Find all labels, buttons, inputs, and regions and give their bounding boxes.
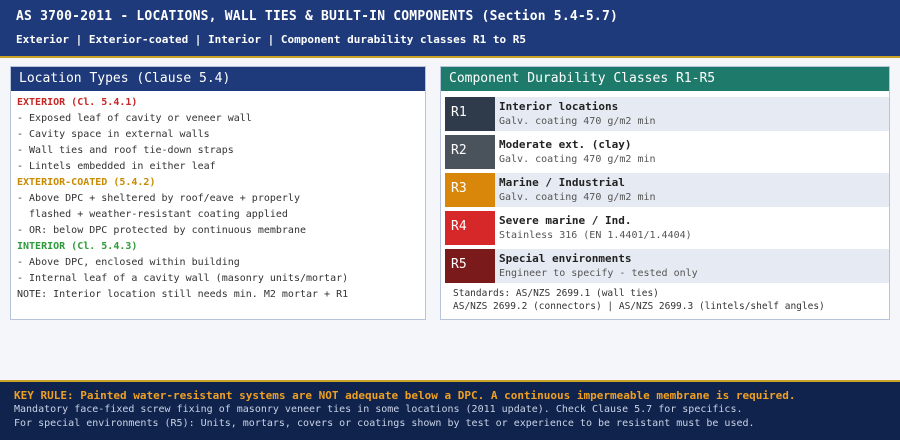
key-rule-text: KEY RULE: Painted water-resistant system… (14, 389, 796, 402)
footer-note: Mandatory face-fixed screw fixing of mas… (14, 404, 743, 415)
exterior-coated-line: - OR: below DPC protected by continuous … (17, 225, 306, 236)
interior-note: NOTE: Interior location still needs min.… (17, 289, 349, 300)
class-code-badge: R5 (445, 249, 495, 283)
exterior-line: - Cavity space in external walls (17, 129, 210, 140)
durability-class-row: R2 Moderate ext. (clay) Galv. coating 47… (445, 135, 889, 169)
class-spec: Engineer to specify - tested only (499, 268, 698, 279)
class-code-badge: R4 (445, 211, 495, 245)
interior-line: - Above DPC, enclosed within building (17, 257, 240, 268)
location-types-body: EXTERIOR (Cl. 5.4.1) - Exposed leaf of c… (11, 91, 425, 303)
class-title: Marine / Industrial (499, 176, 625, 189)
exterior-coated-line: flashed + weather-resistant coating appl… (17, 209, 288, 220)
location-types-panel: Location Types (Clause 5.4) EXTERIOR (Cl… (10, 66, 426, 320)
key-rule-footer: KEY RULE: Painted water-resistant system… (0, 380, 900, 440)
class-title: Severe marine / Ind. (499, 214, 632, 227)
durability-classes-panel: Component Durability Classes R1-R5 R1 In… (440, 66, 890, 320)
durability-class-list: R1 Interior locations Galv. coating 470 … (441, 91, 889, 313)
page-header: AS 3700-2011 - LOCATIONS, WALL TIES & BU… (0, 0, 900, 58)
class-spec: Stainless 316 (EN 1.4401/1.4404) (499, 230, 692, 241)
class-title: Moderate ext. (clay) (499, 138, 632, 151)
interior-heading: INTERIOR (Cl. 5.4.3) (17, 241, 138, 252)
durability-class-row: R3 Marine / Industrial Galv. coating 470… (445, 173, 889, 207)
exterior-line: - Wall ties and roof tie-down straps (17, 145, 234, 156)
exterior-line: - Exposed leaf of cavity or veneer wall (17, 113, 252, 124)
class-code-badge: R1 (445, 97, 495, 131)
page-subtitle: Exterior | Exterior-coated | Interior | … (16, 33, 526, 46)
class-title: Interior locations (499, 100, 619, 113)
page-title: AS 3700-2011 - LOCATIONS, WALL TIES & BU… (16, 9, 618, 24)
exterior-line: - Lintels embedded in either leaf (17, 161, 216, 172)
interior-line: - Internal leaf of a cavity wall (masonr… (17, 273, 349, 284)
standards-note: Standards: AS/NZS 2699.1 (wall ties) AS/… (445, 287, 889, 313)
location-types-title: Location Types (Clause 5.4) (11, 67, 425, 91)
class-spec: Galv. coating 470 g/m2 min (499, 192, 656, 203)
durability-class-row: R4 Severe marine / Ind. Stainless 316 (E… (445, 211, 889, 245)
standards-line: Standards: AS/NZS 2699.1 (wall ties) (453, 288, 659, 299)
exterior-coated-line: - Above DPC + sheltered by roof/eave + p… (17, 193, 300, 204)
footer-note: For special environments (R5): Units, mo… (14, 418, 755, 429)
durability-class-row: R5 Special environments Engineer to spec… (445, 249, 889, 283)
standards-line: AS/NZS 2699.2 (connectors) | AS/NZS 2699… (453, 301, 825, 312)
durability-class-row: R1 Interior locations Galv. coating 470 … (445, 97, 889, 131)
class-spec: Galv. coating 470 g/m2 min (499, 116, 656, 127)
class-title: Special environments (499, 252, 632, 265)
class-spec: Galv. coating 470 g/m2 min (499, 154, 656, 165)
exterior-coated-heading: EXTERIOR-COATED (5.4.2) (17, 177, 156, 188)
durability-classes-title: Component Durability Classes R1-R5 (441, 67, 889, 91)
class-code-badge: R2 (445, 135, 495, 169)
class-code-badge: R3 (445, 173, 495, 207)
exterior-heading: EXTERIOR (Cl. 5.4.1) (17, 97, 138, 108)
